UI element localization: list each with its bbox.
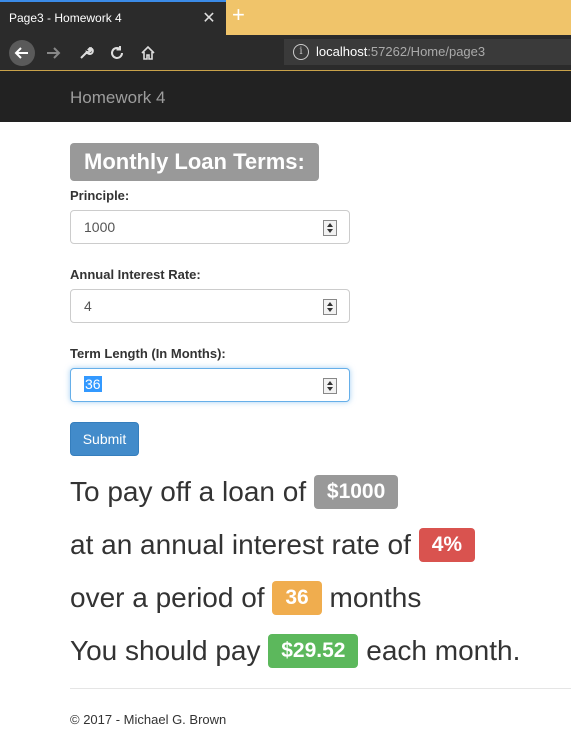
site-brand[interactable]: Homework 4 [70,88,165,108]
term-spinner-icon[interactable] [323,378,337,394]
settings-button[interactable] [75,35,97,70]
back-button[interactable] [7,35,37,70]
close-tab-icon[interactable]: ✕ [201,8,217,28]
forward-arrow-icon [47,46,61,59]
result-line-period: over a period of 36 months [70,580,422,617]
term-input[interactable]: 36 [70,368,350,402]
footer-divider [70,688,571,689]
loan-amount-badge: $1000 [313,474,399,509]
info-icon[interactable]: i [293,44,309,60]
footer-copyright: © 2017 - Michael G. Brown [70,712,227,727]
term-value: 36 [84,376,102,392]
term-label: Term Length (In Months): [70,346,226,361]
result-line-payment: You should pay $29.52 each month. [70,633,521,670]
forward-button[interactable] [42,35,64,70]
back-arrow-icon [9,39,35,66]
payment-badge: $29.52 [268,633,359,668]
rate-spinner-icon[interactable] [323,299,337,315]
principle-spinner-icon[interactable] [323,220,337,236]
interest-rate-badge: 4% [418,527,476,562]
refresh-button[interactable] [106,35,128,70]
tab-title: Page3 - Homework 4 [9,11,122,25]
url-text: localhost:57262/Home/page3 [316,44,485,59]
submit-button[interactable]: Submit [70,422,139,456]
form-heading: Monthly Loan Terms: [70,143,319,181]
result-period-suffix: months [329,582,422,613]
refresh-icon [111,45,123,59]
url-host: localhost [316,44,368,59]
browser-toolbar: i localhost:57262/Home/page3 [0,35,571,71]
wrench-icon [80,46,94,59]
tab-strip: Page3 - Homework 4 ✕ + [0,0,571,35]
principle-value: 1000 [84,219,116,235]
result-payment-suffix: each month. [366,635,521,666]
home-icon [141,45,155,60]
url-path: :57262/Home/page3 [367,44,486,59]
address-bar[interactable]: i localhost:57262/Home/page3 [284,39,571,65]
result-loan-text: To pay off a loan of [70,476,307,507]
new-tab-icon[interactable]: + [232,2,245,28]
rate-input[interactable]: 4 [70,289,350,323]
site-navbar: Homework 4 [0,71,571,122]
browser-tab[interactable]: Page3 - Homework 4 ✕ [0,0,226,35]
principle-label: Principle: [70,188,130,203]
principle-input[interactable]: 1000 [70,210,350,244]
result-line-rate: at an annual interest rate of 4% [70,527,476,564]
result-line-loan: To pay off a loan of $1000 [70,474,399,511]
months-badge: 36 [272,580,322,615]
result-payment-text: You should pay [70,635,261,666]
home-button[interactable] [137,35,159,70]
rate-value: 4 [84,298,92,314]
result-period-text: over a period of [70,582,265,613]
result-rate-text: at an annual interest rate of [70,529,411,560]
rate-label: Annual Interest Rate: [70,267,201,282]
